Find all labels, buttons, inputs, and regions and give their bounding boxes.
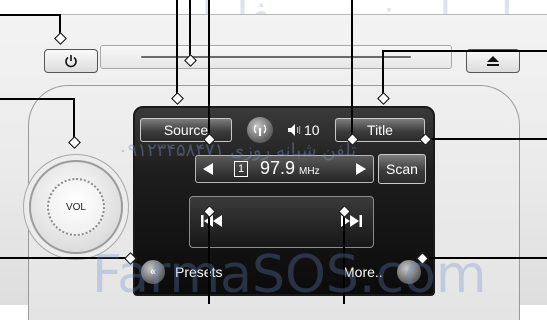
scan-button[interactable]: Scan: [378, 154, 426, 184]
skip-back-icon: [201, 215, 222, 227]
vol-label: VOL: [65, 201, 86, 213]
volume-knob-label: VOL: [47, 178, 105, 236]
frequency-unit: MHz: [299, 166, 320, 177]
power-icon: [65, 55, 77, 68]
source-label: Source: [163, 122, 209, 138]
triangle-left-icon: [203, 163, 213, 175]
watermark-site: FarmaSOS.com: [92, 245, 487, 305]
tune-up-button[interactable]: [351, 159, 371, 179]
title-label: Title: [367, 122, 393, 138]
speaker-icon: [288, 124, 301, 136]
eject-button[interactable]: [466, 49, 520, 73]
seek-bar: [189, 196, 374, 248]
volume-indicator: 10: [287, 120, 320, 140]
source-button[interactable]: Source: [140, 118, 232, 142]
frequency-value: 97.9: [260, 158, 296, 178]
power-button[interactable]: [44, 49, 98, 73]
preset-number-text: 1: [237, 163, 245, 175]
volume-level: 10: [304, 122, 320, 138]
scan-label: Scan: [386, 161, 418, 177]
frequency-display: 97.9 MHz: [260, 158, 320, 179]
disc-slot: [100, 45, 452, 69]
triangle-right-icon: [356, 163, 366, 175]
watermark-phone: تلفن شبانه روزی ۰۹۱۲۳۴۵۸۴۷۱: [118, 140, 357, 161]
eject-icon: [487, 56, 499, 66]
volume-knob[interactable]: VOL: [29, 160, 123, 254]
tune-down-button[interactable]: [198, 159, 218, 179]
preset-number: 1: [234, 161, 248, 177]
